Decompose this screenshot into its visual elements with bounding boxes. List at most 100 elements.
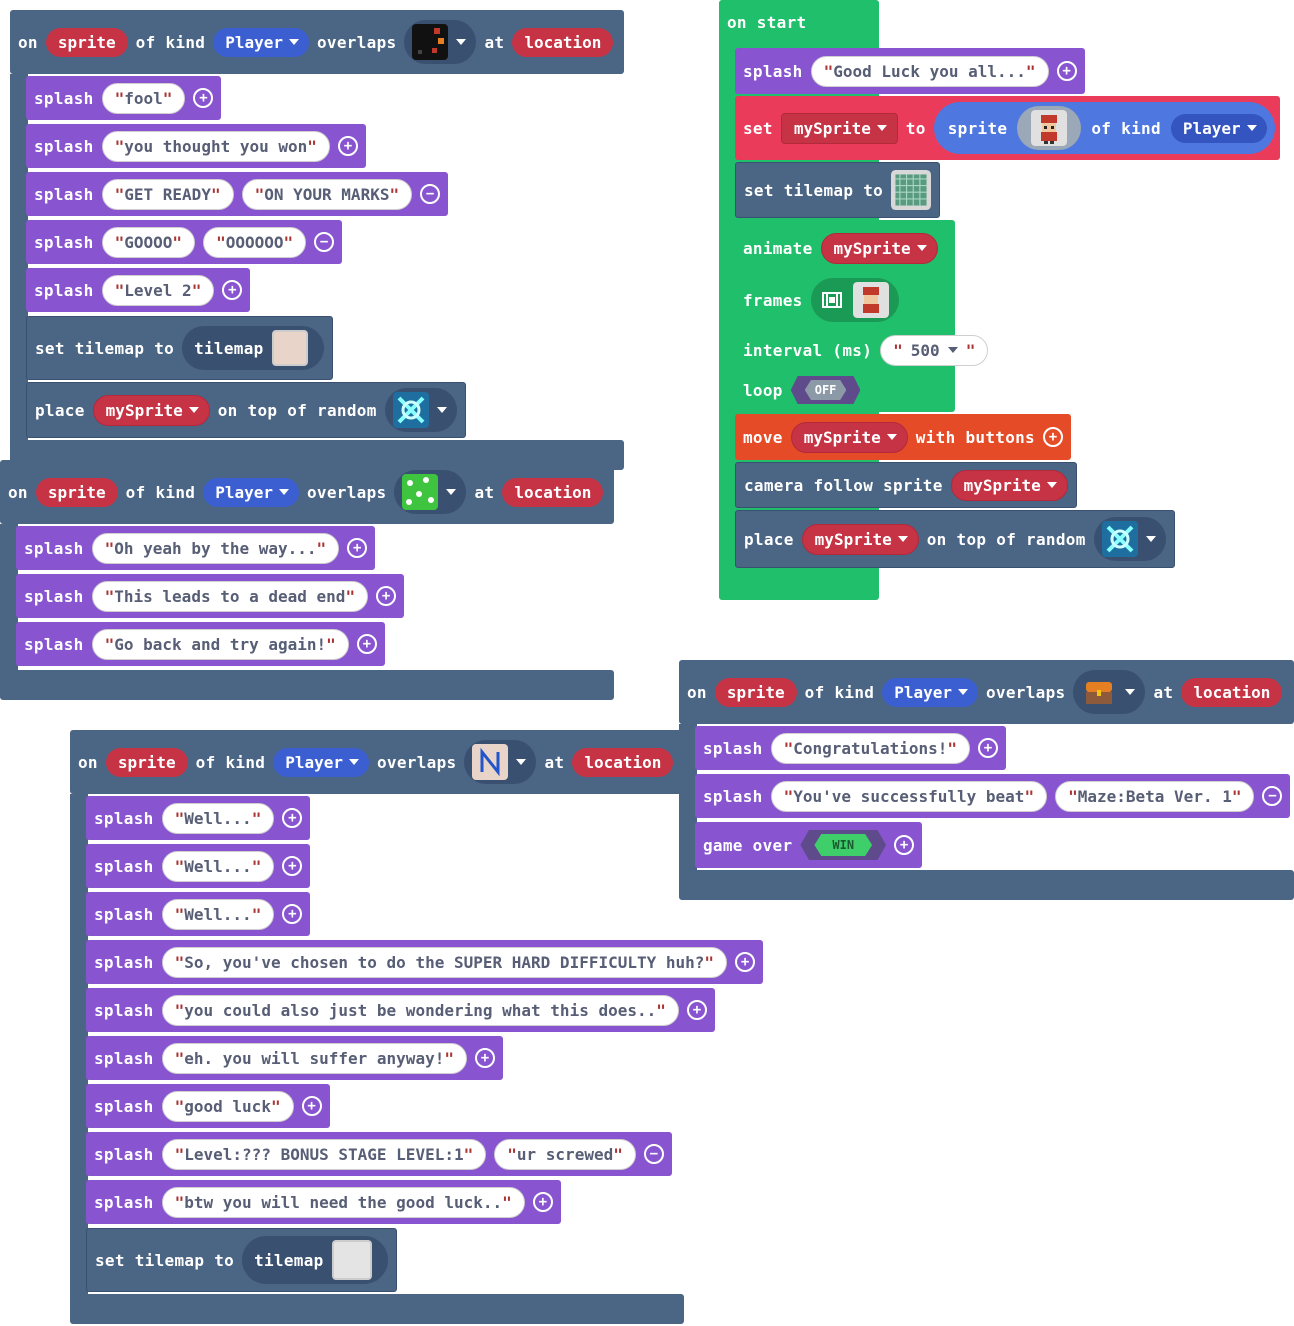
location-param[interactable]: location	[512, 27, 614, 57]
splash-text[interactable]: Level 2	[101, 274, 215, 306]
sprite-param[interactable]: sprite	[45, 27, 128, 57]
plus-icon[interactable]: +	[735, 952, 756, 972]
splash-text[interactable]: Good Luck you all...	[810, 55, 1049, 87]
splash-text[interactable]: you could also just be wondering what th…	[161, 994, 679, 1026]
splash-text[interactable]: fool	[101, 82, 186, 114]
variable-dropdown[interactable]: mySprite	[790, 421, 908, 453]
splash-text[interactable]: eh. you will suffer anyway!	[161, 1042, 467, 1074]
variable-dropdown[interactable]: mySprite	[801, 523, 919, 555]
splash-subtitle[interactable]: OOOOOO	[203, 226, 307, 258]
plus-icon[interactable]: +	[301, 1096, 322, 1116]
plus-icon[interactable]: +	[376, 586, 397, 606]
splash-block[interactable]: splash GET READY ON YOUR MARKS −	[26, 172, 449, 216]
splash-text[interactable]: btw you will need the good luck..	[161, 1186, 525, 1218]
splash-text[interactable]: GOOOO	[101, 226, 196, 258]
sprite-image-picker[interactable]	[1017, 106, 1082, 150]
tile-picker[interactable]	[1073, 670, 1146, 714]
tile-picker[interactable]	[384, 388, 457, 432]
splash-block[interactable]: splash good luck +	[86, 1084, 330, 1128]
splash-block[interactable]: splash Good Luck you all... +	[735, 48, 1085, 94]
place-block[interactable]: place mySprite on top of random	[26, 382, 466, 438]
variable-dropdown[interactable]: mySprite	[950, 469, 1068, 501]
plus-icon[interactable]: +	[978, 738, 999, 758]
kind-dropdown[interactable]: Player	[273, 747, 369, 777]
frames-picker[interactable]	[810, 278, 899, 322]
splash-block[interactable]: splash So, you've chosen to do the SUPER…	[86, 940, 764, 984]
plus-icon[interactable]: +	[1056, 61, 1077, 81]
splash-text[interactable]: GET READY	[101, 178, 234, 210]
minus-icon[interactable]: −	[420, 184, 441, 204]
tile-picker[interactable]	[464, 740, 537, 784]
location-param[interactable]: location	[502, 477, 604, 507]
plus-icon[interactable]: +	[474, 1048, 495, 1068]
variable-dropdown[interactable]: mySprite	[780, 112, 898, 144]
set-variable-block[interactable]: set mySprite to sprite of kind Player	[735, 96, 1280, 160]
variable-dropdown[interactable]: mySprite	[820, 232, 938, 264]
sprite-param[interactable]: sprite	[714, 677, 797, 707]
plus-icon[interactable]: +	[347, 538, 368, 558]
plus-icon[interactable]: +	[282, 808, 303, 828]
splash-text[interactable]: You've successfully beat	[770, 780, 1048, 812]
game-over-block[interactable]: game over WIN +	[695, 822, 923, 868]
tile-picker[interactable]	[1093, 517, 1166, 561]
splash-block[interactable]: splash you thought you won +	[26, 124, 366, 168]
set-tilemap-block[interactable]: set tilemap to tilemap	[26, 316, 333, 380]
minus-icon[interactable]: −	[643, 1144, 664, 1164]
variable-dropdown[interactable]: mySprite	[92, 394, 210, 426]
splash-subtitle[interactable]: Maze:Beta Ver. 1	[1055, 780, 1255, 812]
kind-dropdown[interactable]: Player	[1170, 113, 1267, 143]
plus-icon[interactable]: +	[282, 904, 303, 924]
splash-text[interactable]: This leads to a dead end	[91, 580, 369, 612]
plus-icon[interactable]: +	[356, 634, 377, 654]
splash-block[interactable]: splash eh. you will suffer anyway! +	[86, 1036, 503, 1080]
kind-dropdown[interactable]: Player	[203, 477, 299, 507]
tile-picker[interactable]	[404, 20, 477, 64]
splash-block[interactable]: splash Oh yeah by the way... +	[16, 526, 376, 570]
move-with-buttons-block[interactable]: move mySprite with buttons +	[735, 414, 1071, 460]
kind-dropdown[interactable]: Player	[213, 27, 309, 57]
splash-block[interactable]: splash Go back and try again! +	[16, 622, 385, 666]
splash-text[interactable]: Oh yeah by the way...	[91, 532, 340, 564]
tilemap-thumbnail-icon[interactable]	[891, 170, 932, 210]
interval-dropdown[interactable]: 500	[880, 334, 989, 366]
location-param[interactable]: location	[572, 747, 674, 777]
splash-block[interactable]: splash fool +	[26, 76, 222, 120]
splash-text[interactable]: Level:??? BONUS STAGE LEVEL:1	[161, 1138, 487, 1170]
splash-text[interactable]: Go back and try again!	[91, 628, 349, 660]
splash-text[interactable]: Well...	[161, 802, 275, 834]
location-param[interactable]: location	[1181, 677, 1283, 707]
win-toggle[interactable]: WIN	[800, 830, 887, 860]
plus-icon[interactable]: +	[282, 856, 303, 876]
camera-follow-block[interactable]: camera follow sprite mySprite	[735, 462, 1077, 508]
loop-toggle[interactable]: OFF	[790, 376, 861, 404]
splash-subtitle[interactable]: ur screwed	[494, 1138, 636, 1170]
splash-block[interactable]: splash Level:??? BONUS STAGE LEVEL:1 ur …	[86, 1132, 672, 1176]
splash-block[interactable]: splash This leads to a dead end +	[16, 574, 405, 618]
minus-icon[interactable]: −	[314, 232, 335, 252]
splash-text[interactable]: So, you've chosen to do the SUPER HARD D…	[161, 946, 728, 978]
plus-icon[interactable]: +	[894, 835, 915, 855]
tilemap-picker[interactable]: tilemap	[242, 1236, 388, 1284]
plus-icon[interactable]: +	[193, 88, 214, 108]
set-tilemap-block[interactable]: set tilemap to	[735, 162, 941, 218]
plus-icon[interactable]: +	[686, 1000, 707, 1020]
plus-icon[interactable]: +	[1043, 427, 1063, 447]
splash-block[interactable]: splash You've successfully beat Maze:Bet…	[695, 774, 1291, 818]
splash-text[interactable]: good luck	[161, 1090, 294, 1122]
plus-icon[interactable]: +	[222, 280, 243, 300]
splash-text[interactable]: Well...	[161, 898, 275, 930]
sprite-param[interactable]: sprite	[35, 477, 118, 507]
sprite-param[interactable]: sprite	[105, 747, 188, 777]
splash-subtitle[interactable]: ON YOUR MARKS	[241, 178, 413, 210]
splash-block[interactable]: splash you could also just be wondering …	[86, 988, 715, 1032]
minus-icon[interactable]: −	[1262, 786, 1283, 806]
tilemap-picker[interactable]: tilemap	[182, 326, 324, 370]
splash-block[interactable]: splash Well... +	[86, 796, 311, 840]
plus-icon[interactable]: +	[337, 136, 358, 156]
splash-text[interactable]: you thought you won	[101, 130, 330, 162]
create-sprite-block[interactable]: sprite of kind Player	[933, 102, 1275, 154]
splash-text[interactable]: Well...	[161, 850, 275, 882]
plus-icon[interactable]: +	[532, 1192, 553, 1212]
splash-block[interactable]: splash Congratulations! +	[695, 726, 1007, 770]
splash-block[interactable]: splash Well... +	[86, 892, 311, 936]
